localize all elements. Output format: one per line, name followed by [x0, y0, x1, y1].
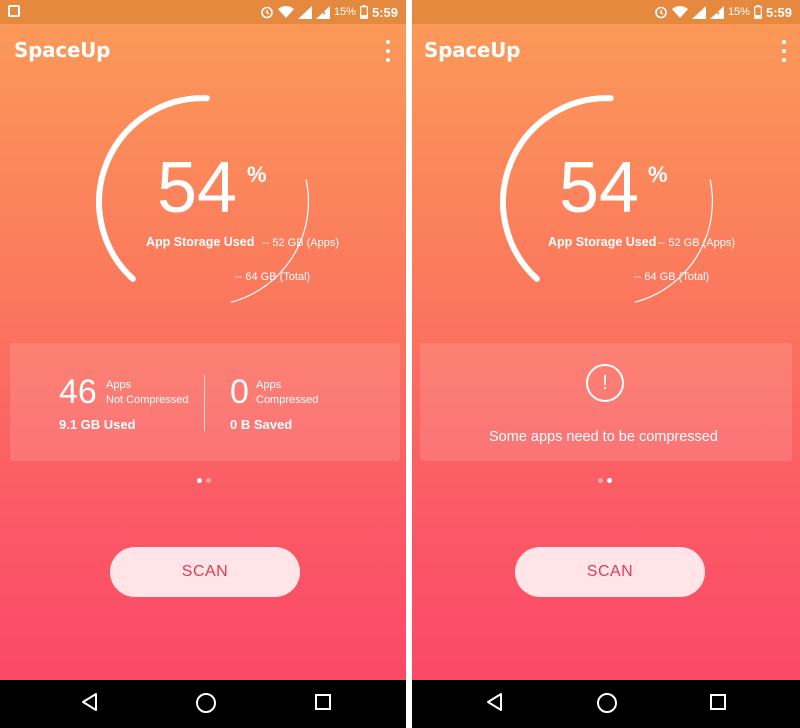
apps-size: -- 52 GB (Apps): [262, 237, 340, 249]
nav-bar: [0, 680, 406, 728]
compressed-label-2: Compressed: [256, 394, 319, 406]
warning-message: Some apps need to be compressed: [489, 429, 718, 445]
battery-icon: [754, 5, 762, 19]
home-icon[interactable]: [195, 692, 217, 714]
more-vert-icon[interactable]: [780, 40, 788, 62]
signal-icon: [709, 5, 724, 19]
wifi-icon: [671, 5, 688, 18]
page-dot-1[interactable]: [197, 478, 202, 483]
app-bar: SpaceUp: [14, 36, 392, 66]
not-compressed-count: 46: [59, 373, 97, 411]
alarm-icon: [655, 6, 667, 19]
more-vert-icon[interactable]: [384, 40, 392, 62]
storage-label: App Storage Used: [548, 235, 657, 249]
back-icon[interactable]: [80, 692, 98, 712]
recents-icon[interactable]: [709, 693, 727, 711]
battery-percent: 15%: [333, 6, 356, 18]
status-bar: 15% 5:59: [412, 0, 800, 24]
image-icon: [8, 5, 20, 17]
saved-size: 0 B Saved: [230, 417, 293, 432]
app-title: SpaceUp: [424, 38, 521, 62]
scan-button[interactable]: SCAN: [515, 547, 705, 597]
wifi-icon: [277, 5, 294, 18]
scan-button[interactable]: SCAN: [110, 547, 300, 597]
app-bar: SpaceUp: [424, 36, 788, 66]
screen-right: 15% 5:59 SpaceUp 54 % App Storage Used -…: [412, 0, 800, 728]
total-size: -- 64 GB (Total): [634, 271, 710, 283]
signal-icon: [297, 5, 312, 19]
not-compressed-label-1: Apps: [106, 379, 132, 391]
page-indicator: [598, 478, 612, 483]
battery-icon: [360, 5, 368, 19]
clock: 5:59: [371, 4, 398, 20]
alarm-icon: [261, 6, 273, 19]
nav-bar: [412, 680, 800, 728]
back-icon[interactable]: [485, 692, 503, 712]
compressed-label-1: Apps: [256, 379, 282, 391]
page-dot-2[interactable]: [607, 478, 612, 483]
compressed-count: 0: [230, 373, 249, 411]
page-dot-1[interactable]: [598, 478, 603, 483]
stats-card: 46 Apps Not Compressed 9.1 GB Used 0 App…: [10, 343, 400, 461]
exclamation-icon: !: [586, 364, 624, 402]
percent-sign: %: [648, 162, 668, 187]
page-dot-2[interactable]: [206, 478, 211, 483]
signal-icon: [315, 5, 330, 19]
used-size: 9.1 GB Used: [59, 417, 136, 432]
stats-divider: [204, 375, 205, 431]
apps-size: -- 52 GB (Apps): [658, 237, 736, 249]
signal-icon: [691, 5, 706, 19]
storage-label: App Storage Used: [146, 235, 255, 249]
screen-left: 15% 5:59 SpaceUp 54 % App Storage Used -…: [0, 0, 406, 728]
app-title: SpaceUp: [14, 38, 111, 62]
recents-icon[interactable]: [314, 693, 332, 711]
total-size: -- 64 GB (Total): [235, 271, 311, 283]
status-bar: 15% 5:59: [0, 0, 406, 24]
page-indicator: [197, 478, 211, 483]
battery-percent: 15%: [727, 6, 750, 18]
usage-percent: 54: [157, 148, 238, 228]
home-icon[interactable]: [596, 692, 618, 714]
percent-sign: %: [247, 162, 267, 187]
warning-card: ! Some apps need to be compressed: [420, 343, 792, 461]
usage-percent: 54: [559, 148, 640, 228]
not-compressed-label-2: Not Compressed: [106, 394, 189, 406]
clock: 5:59: [765, 4, 792, 20]
